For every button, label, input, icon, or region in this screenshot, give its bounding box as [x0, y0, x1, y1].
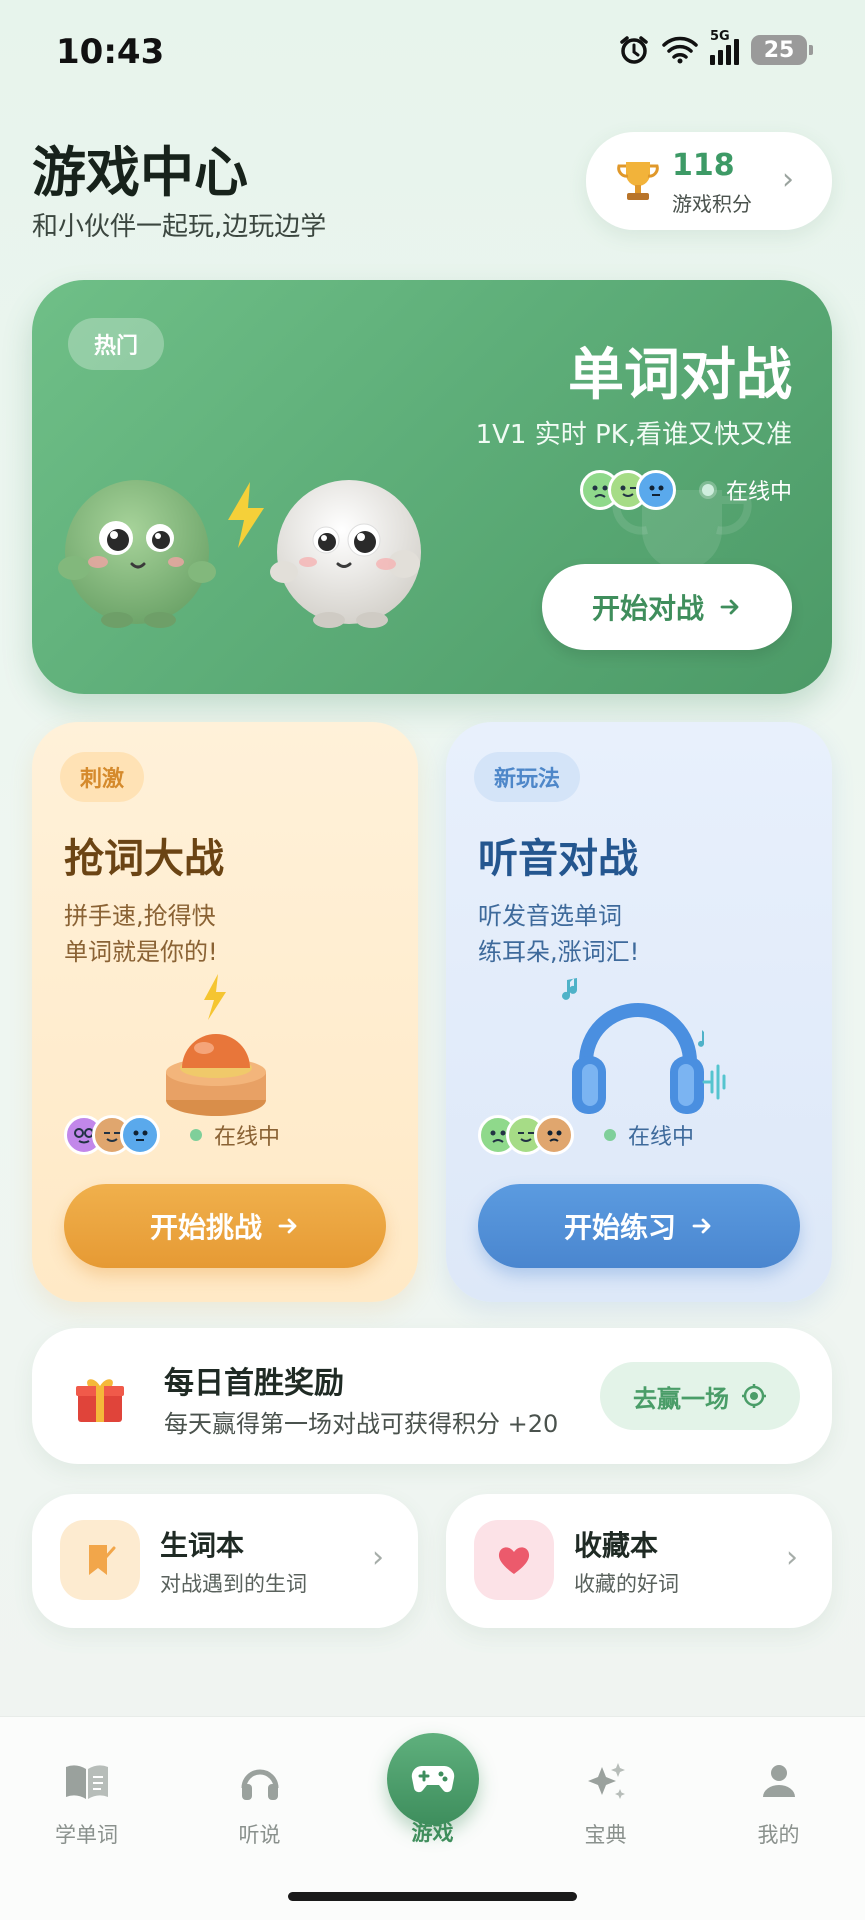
status-time: 10:43 — [56, 32, 165, 72]
go-win-label: 去赢一场 — [633, 1384, 729, 1413]
status-icons: 5G 25 — [618, 29, 813, 66]
online-dot — [604, 1129, 616, 1141]
shortcut-title: 生词本 — [160, 1529, 245, 1562]
headphones-icon — [241, 1769, 278, 1800]
battery-icon: 25 — [751, 35, 813, 65]
avatar — [635, 470, 676, 510]
listening-battle-card[interactable]: 新玩法 听音对战 听发音选单词 练耳朵,涨词汇! 在线中 开始练习 — [446, 722, 832, 1302]
start-challenge-label: 开始挑战 — [149, 1211, 262, 1244]
tab-label: 游戏 — [411, 1821, 454, 1845]
chevron-right-icon: › — [786, 1540, 798, 1575]
online-dot — [190, 1129, 202, 1141]
cellular-signal-icon: 5G — [710, 29, 739, 65]
online-label: 在线中 — [725, 480, 792, 505]
tab-learn-words[interactable]: 学单词 — [0, 1717, 173, 1867]
points-label: 游戏积分 — [672, 192, 752, 216]
game-points-card[interactable]: 118 游戏积分 › — [586, 132, 832, 230]
tag-badge: 新玩法 — [474, 752, 581, 802]
desc-line: 拼手速,抢得快 — [64, 902, 216, 930]
white-monster-mascot — [270, 480, 421, 628]
tab-games[interactable]: 游戏 — [346, 1717, 519, 1867]
desc-line: 练耳朵,涨词汇! — [478, 938, 640, 966]
tab-guide[interactable]: 宝典 — [519, 1717, 692, 1867]
start-battle-label: 开始对战 — [591, 592, 704, 625]
tab-label: 学单词 — [55, 1823, 118, 1847]
bookmark-icon — [60, 1520, 140, 1600]
online-dot — [701, 484, 714, 496]
online-label: 在线中 — [628, 1125, 695, 1150]
reward-title: 每日首胜奖励 — [164, 1366, 344, 1401]
daily-reward-banner[interactable]: 每日首胜奖励 每天赢得第一场对战可获得积分 +20 去赢一场 — [32, 1328, 832, 1464]
go-win-button[interactable]: 去赢一场 — [600, 1362, 800, 1430]
sparkles-icon — [587, 1763, 625, 1799]
shortcut-description: 对战遇到的生词 — [160, 1572, 307, 1596]
tab-label: 听说 — [238, 1823, 281, 1847]
online-status: 在线中 — [579, 470, 792, 510]
card-title: 听音对战 — [478, 836, 638, 882]
desc-line: 听发音选单词 — [478, 902, 622, 930]
bottom-tab-bar: 学单词 听说 游戏 宝典 我的 — [0, 1716, 865, 1920]
headphones-illustration — [562, 978, 726, 1114]
card-description: 听发音选单词 练耳朵,涨词汇! — [478, 898, 639, 970]
hero-subtitle: 1V1 实时 PK,看谁又快又准 — [475, 420, 792, 450]
chevron-right-icon: › — [782, 162, 794, 197]
network-type: 5G — [710, 29, 730, 44]
player-avatars — [478, 1115, 574, 1155]
buzzer-illustration — [166, 974, 266, 1116]
battery-level: 25 — [763, 37, 795, 63]
green-monster-mascot — [58, 480, 216, 628]
gift-icon — [76, 1379, 124, 1422]
desc-line: 单词就是你的! — [64, 938, 218, 966]
online-label: 在线中 — [214, 1125, 281, 1150]
heart-icon — [474, 1520, 554, 1600]
avatar — [534, 1115, 574, 1155]
word-battle-card[interactable]: 热门 单词对战 1V1 实时 PK,看谁又快又准 在线中 开始对战 — [32, 280, 832, 694]
gamepad-icon — [411, 1765, 454, 1793]
player-avatars — [64, 1115, 160, 1155]
online-status: 在线中 — [478, 1115, 694, 1155]
tag-badge: 刺激 — [60, 752, 145, 802]
home-indicator — [288, 1892, 577, 1901]
reward-description: 每天赢得第一场对战可获得积分 +20 — [164, 1410, 559, 1438]
lightning-icon — [228, 482, 264, 548]
favorites-card[interactable]: 收藏本 收藏的好词 › — [446, 1494, 832, 1628]
word-grab-card[interactable]: 刺激 抢词大战 拼手速,抢得快 单词就是你的! 在线中 开始挑战 — [32, 722, 418, 1302]
card-description: 拼手速,抢得快 单词就是你的! — [64, 898, 218, 970]
start-practice-label: 开始练习 — [563, 1211, 676, 1244]
tab-label: 我的 — [757, 1823, 800, 1847]
start-battle-button[interactable]: 开始对战 — [542, 564, 792, 650]
page-subtitle: 和小伙伴一起玩,边玩边学 — [32, 212, 327, 242]
hero-title: 单词对战 — [568, 343, 792, 408]
start-challenge-button[interactable]: 开始挑战 — [64, 1184, 386, 1268]
player-avatars — [579, 470, 676, 510]
book-icon — [65, 1765, 108, 1799]
tab-label: 宝典 — [584, 1823, 627, 1847]
tab-profile[interactable]: 我的 — [692, 1717, 865, 1867]
card-title: 抢词大战 — [64, 836, 224, 882]
tab-listen-speak[interactable]: 听说 — [173, 1717, 346, 1867]
page-title: 游戏中心 — [32, 141, 248, 204]
hot-badge: 热门 — [68, 318, 164, 370]
person-icon — [762, 1765, 795, 1797]
shortcut-title: 收藏本 — [574, 1529, 659, 1562]
alarm-icon — [620, 36, 648, 64]
points-value: 118 — [672, 148, 735, 183]
arrow-right-icon — [692, 1218, 711, 1234]
target-icon — [742, 1384, 766, 1408]
trophy-icon — [617, 162, 659, 200]
arrow-right-icon — [278, 1218, 297, 1234]
start-practice-button[interactable]: 开始练习 — [478, 1184, 800, 1268]
avatar — [120, 1115, 160, 1155]
status-bar: 10:43 5G 25 — [0, 0, 865, 110]
chevron-right-icon: › — [372, 1540, 384, 1575]
wifi-icon — [662, 36, 698, 64]
arrow-right-icon — [720, 599, 739, 615]
online-status: 在线中 — [64, 1115, 280, 1155]
vocabulary-book-card[interactable]: 生词本 对战遇到的生词 › — [32, 1494, 418, 1628]
shortcut-description: 收藏的好词 — [574, 1572, 679, 1596]
